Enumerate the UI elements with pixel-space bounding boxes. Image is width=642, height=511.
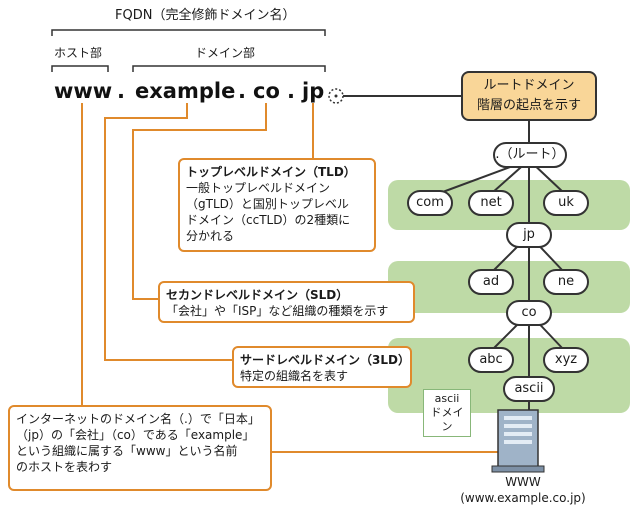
node-root: .（ルート） — [493, 142, 567, 168]
callout-host-line: のホストを表わす — [16, 460, 113, 474]
node-ascii: ascii — [503, 376, 555, 402]
server-caption: WWW (www.example.co.jp) — [443, 474, 603, 506]
fqdn-co: co — [253, 79, 280, 103]
node-jp: jp — [506, 222, 552, 248]
callout-host-line: という組織に属する「www」という名前 — [16, 444, 238, 458]
callout-3ld: サードレベルドメイン（3LD） 特定の組織名を表す — [232, 346, 412, 388]
server-icon — [491, 409, 545, 473]
node-uk: uk — [543, 190, 589, 216]
host-bracket — [51, 65, 109, 72]
ascii-label-line1: ascii — [434, 392, 460, 405]
node-ne: ne — [543, 269, 589, 295]
callout-tld-line: 一般トップレベルドメイン — [186, 181, 331, 195]
callout-host: インターネットのドメイン名（.）で「日本」 （jp）の「会社」（co）である「e… — [8, 405, 272, 491]
callout-tld: トップレベルドメイン（TLD） 一般トップレベルドメイン （gTLD）と国別トッ… — [178, 158, 376, 252]
fqdn-dot: . — [117, 79, 125, 103]
callout-tld-line: 分かれる — [186, 229, 235, 243]
node-ad: ad — [468, 269, 514, 295]
node-xyz: xyz — [543, 347, 589, 373]
fqdn-example: example — [135, 79, 236, 103]
root-domain-box: ルートドメイン 階層の起点を示す — [461, 71, 597, 121]
callout-sld: セカンドレベルドメイン（SLD） 「会社」や「ISP」など組織の種類を示す — [158, 281, 415, 323]
callout-3ld-title: サードレベルドメイン（3LD） — [240, 353, 410, 367]
ascii-label-line2: ドメイン — [430, 406, 464, 433]
node-co: co — [506, 300, 552, 326]
callout-host-line: （jp）の「会社」（co）である「example」 — [16, 428, 255, 442]
callout-sld-title: セカンドレベルドメイン（SLD） — [166, 288, 349, 302]
host-label: ホスト部 — [54, 46, 103, 60]
node-abc: abc — [468, 347, 514, 373]
dns-hierarchy-diagram: FQDN（完全修飾ドメイン名） ホスト部 ドメイン部 www . example… — [0, 0, 642, 511]
callout-tld-title: トップレベルドメイン（TLD） — [186, 165, 356, 179]
callout-host-line: インターネットのドメイン名（.）で「日本」 — [16, 412, 260, 426]
node-com: com — [407, 190, 453, 216]
callout-tld-line: ドメイン（ccTLD）の2種類に — [186, 213, 351, 227]
root-box-line1: ルートドメイン — [483, 78, 575, 93]
ascii-domain-label: ascii ドメイン — [423, 389, 471, 437]
server-caption-line1: WWW — [505, 475, 541, 489]
node-net: net — [468, 190, 514, 216]
callout-3ld-line: 特定の組織名を表す — [240, 369, 349, 383]
fqdn-www: www — [54, 79, 113, 103]
callout-tld-line: （gTLD）と国別トップレベル — [186, 197, 349, 211]
callout-sld-line: 「会社」や「ISP」など組織の種類を示す — [166, 304, 389, 318]
fqdn-bracket — [51, 29, 326, 36]
domain-bracket — [132, 65, 326, 72]
root-box-line2: 階層の起点を示す — [476, 98, 581, 113]
fqdn-label: FQDN（完全修飾ドメイン名） — [115, 8, 296, 23]
domain-label: ドメイン部 — [195, 46, 256, 60]
fqdn-jp: jp — [302, 79, 325, 103]
fqdn-dot: . — [287, 79, 295, 103]
server-caption-line2: (www.example.co.jp) — [460, 491, 586, 505]
fqdn-dot: . — [238, 79, 246, 103]
